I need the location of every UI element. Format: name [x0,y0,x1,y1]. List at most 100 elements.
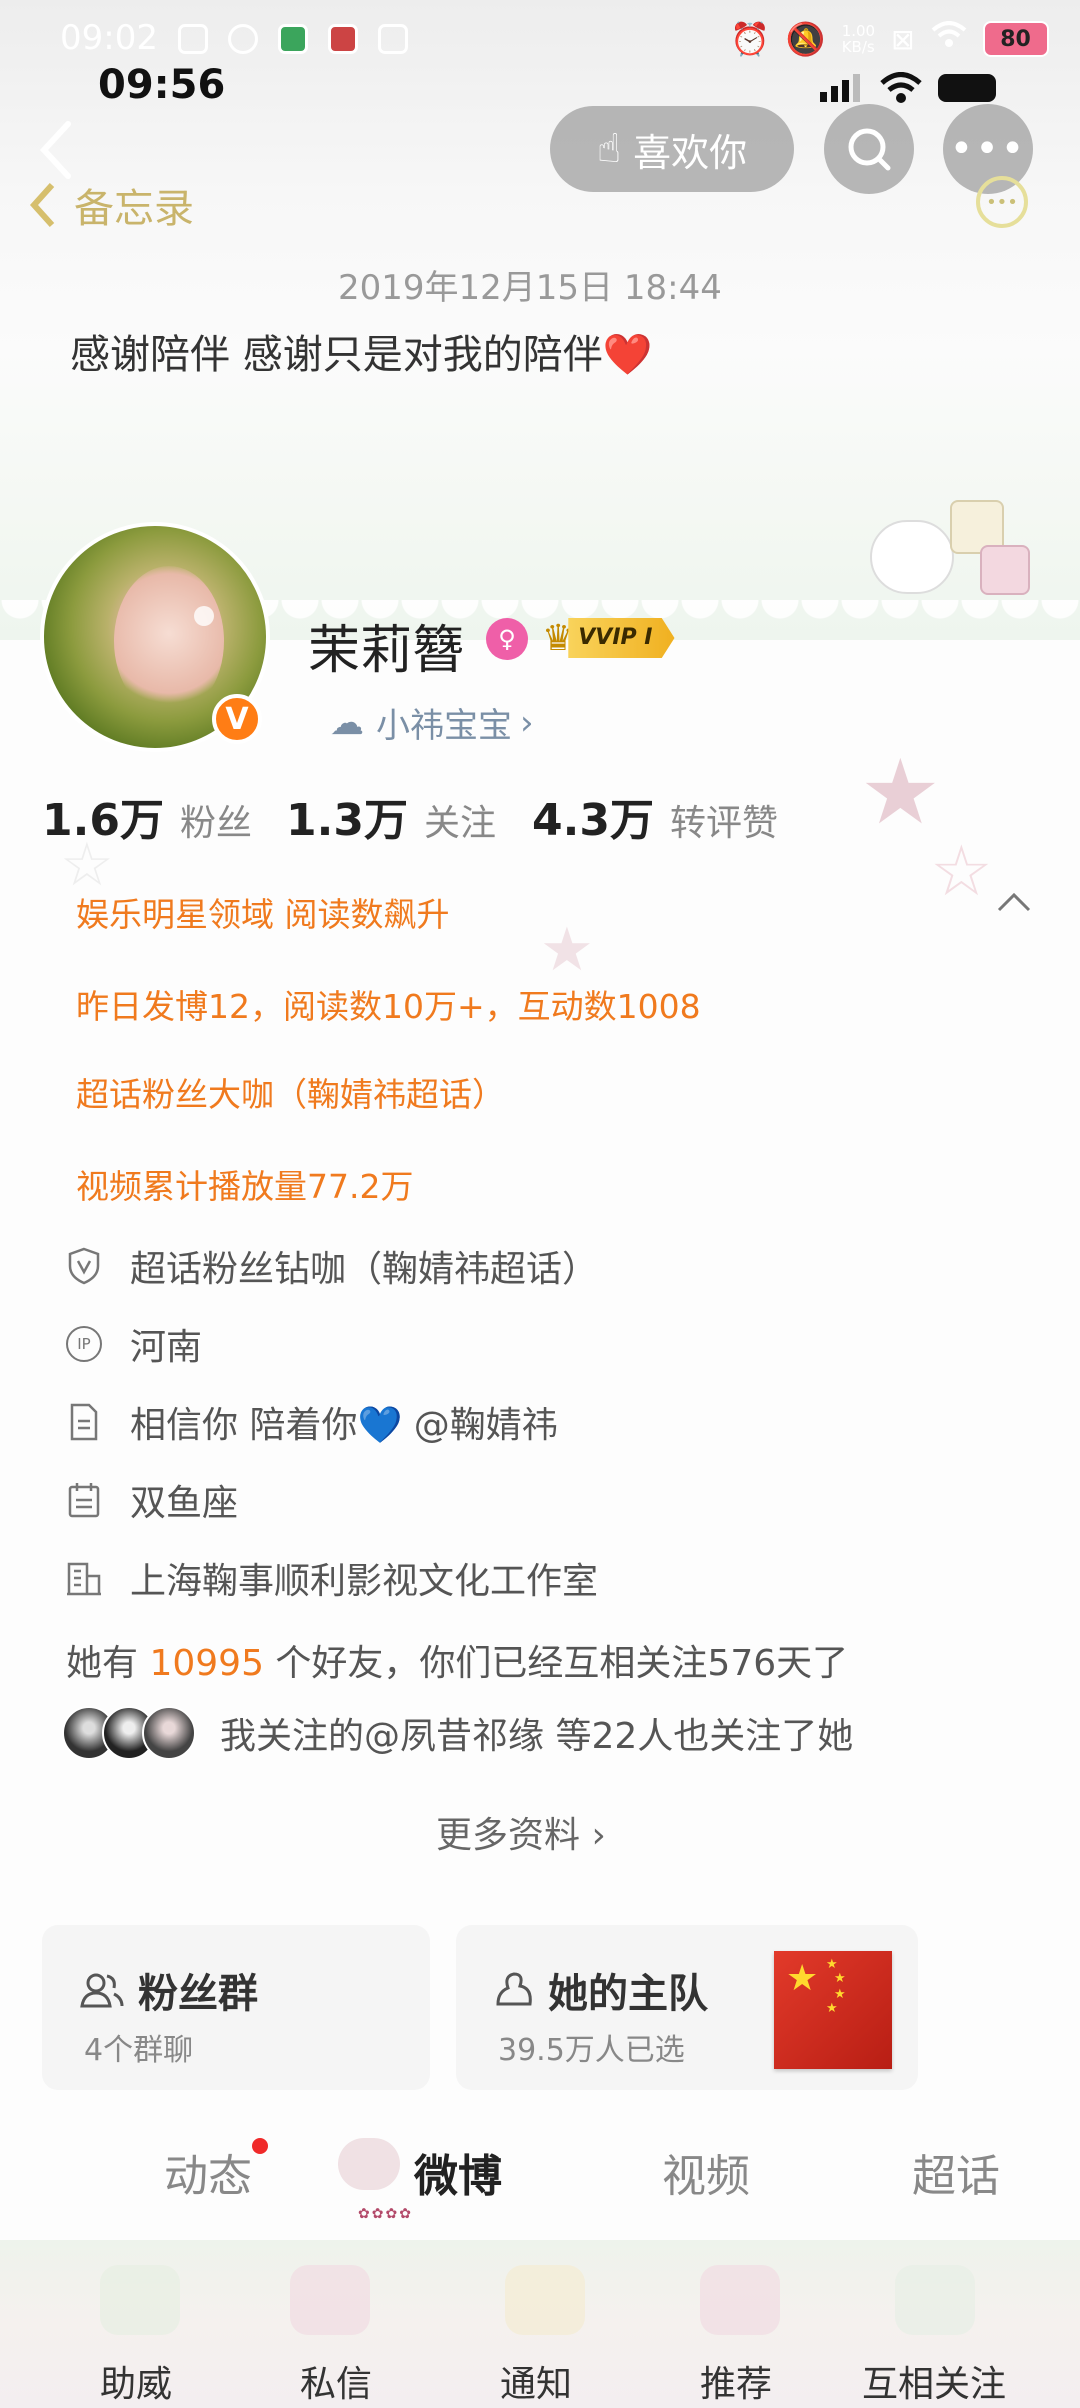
hand-heart-icon: ☝ [596,126,622,172]
building-icon [66,1560,102,1596]
search-icon [848,128,891,171]
verified-badge: V [212,694,262,744]
net-speed-unit: KB/s [841,38,875,56]
flag-star: ★ [826,2001,838,2016]
memo-date: 2019年12月15日 18:44 [338,268,722,308]
document-icon [66,1403,102,1441]
memo-back[interactable]: 备忘录 [30,176,194,234]
collapse-chevron-icon[interactable] [996,890,1032,918]
fans-group-title: 粉丝群 [138,1971,258,2017]
heart-frame-sticker-icon [895,2265,975,2335]
bottom-nav-recommend[interactable]: 推荐 [700,2355,772,2407]
stat-label: 关注 [423,803,496,844]
info-badge-text: 超话粉丝钻咖（鞠婧祎超话） [130,1249,599,1290]
stat-value: 1.6万 [42,795,164,846]
sim-icon: ⊠ [891,22,915,56]
group-icon [80,1973,124,2008]
wifi-icon [931,21,967,57]
team-icon [496,1972,532,2006]
info-ip: IP 河南 [66,1318,202,1370]
friends-count: 10995 [149,1643,264,1684]
flag-star: ★ [786,1958,819,1999]
battery-indicator: 80 [982,21,1049,57]
search-button[interactable] [824,104,914,194]
info-friends[interactable]: 她有 10995 个好友，你们已经互相关注576天了 [66,1634,848,1686]
highlight-item[interactable]: 昨日发博12，阅读数10万+，互动数1008 [76,980,701,1028]
heart-sticker-icon [100,2265,180,2335]
app-notification-icon [278,24,308,54]
like-label: 喜欢你 [633,130,748,175]
profile-name: 茉莉簪 [308,621,465,681]
inner-status-time: 09:56 [98,62,226,108]
vip-badge[interactable]: ♛ VVIP I [542,614,675,662]
memo-back-label: 备忘录 [74,186,194,232]
more-info-link[interactable]: 更多资料 › [436,1806,606,1858]
info-badge[interactable]: 超话粉丝钻咖（鞠婧祎超话） [66,1240,598,1292]
bow-sticker-icon [338,2138,400,2190]
highlight-item[interactable]: 超话粉丝大咖（鞠婧祎超话） [76,1068,505,1116]
outer-status-right: ⏰ 🔕 1.00 KB/s ⊠ 80 [730,20,1049,58]
memo-text: 感谢陪伴 感谢只是对我的陪伴❤️ [70,332,653,378]
team-title: 她的主队 [548,1971,708,2017]
fans-group-title-row: 粉丝群 [80,1961,258,2019]
app-notification-icon [328,24,358,54]
sticker-decoration [860,490,1040,600]
tab-activity[interactable]: 动态 [164,2138,268,2204]
flag-star: ★ [834,1987,846,2002]
shield-icon [66,1247,102,1285]
profile-tag[interactable]: ☁ 小祎宝宝 › [330,698,534,747]
stat-label: 转评赞 [669,803,778,844]
net-speed-value: 1.00 [841,22,876,40]
stat-label: 粉丝 [179,803,252,844]
app-notification-icon [228,24,258,54]
team-title-row: 她的主队 [494,1961,708,2019]
highlight-item[interactable]: 视频累计播放量77.2万 [76,1160,413,1208]
stat-fans[interactable]: 1.6万 粉丝 [42,784,252,848]
profile-tag-label: 小祎宝宝 [376,706,512,746]
bow-sticker-icon [290,2265,370,2335]
team-sub: 39.5万人已选 [498,2033,685,2068]
star-decoration: ☆ [930,830,993,912]
info-zodiac: 双鱼座 [66,1474,238,1526]
bottom-nav-cheer[interactable]: 助威 [100,2355,172,2407]
chevron-right-icon: › [520,702,534,743]
like-button[interactable]: ☝ 喜欢你 [550,106,794,192]
info-company-text: 上海鞠事顺利影视文化工作室 [130,1561,599,1602]
mute-icon: 🔕 [785,20,826,58]
friends-suffix: 个好友，你们已经互相关注576天了 [263,1643,849,1684]
star-decoration: ★ [540,915,594,985]
vip-label: VVIP I [568,618,675,658]
alarm-icon: ⏰ [730,20,770,58]
info-mutual[interactable]: 我关注的@夙昔祁缘 等22人也关注了她 [62,1706,853,1760]
member-icon[interactable]: ♀ [486,618,528,660]
battery-icon [938,74,996,102]
flag-star: ★ [826,1957,838,1972]
outer-status-notification-icons [178,24,408,54]
stat-value: 1.3万 [286,795,408,846]
highlight-item[interactable]: 娱乐明星领域 阅读数飙升 [76,888,450,936]
outer-status-time: 09:02 [60,18,158,58]
ip-icon-text: IP [66,1326,102,1362]
calendar-icon [66,1482,102,1518]
tab-video[interactable]: 视频 [662,2140,750,2204]
inner-status-right [820,72,996,104]
bottom-nav-notifications[interactable]: 通知 [500,2355,572,2407]
flag-star: ★ [834,1971,846,1986]
chevron-left-icon [30,182,55,228]
block-sticker-icon [505,2265,585,2335]
star-decoration: ★ [860,740,941,845]
stat-interactions[interactable]: 4.3万 转评赞 [532,784,778,848]
stat-following[interactable]: 1.3万 关注 [286,784,496,848]
info-zodiac-text: 双鱼座 [130,1483,239,1524]
fans-group-card[interactable]: 粉丝群 4个群聊 [42,1925,430,2090]
tab-weibo[interactable]: 微博 [414,2140,502,2204]
app-notification-icon [178,24,208,54]
tab-underline-decoration: ✿✿✿✿ [358,2206,413,2222]
mutual-text: 我关注的@夙昔祁缘 等22人也关注了她 [220,1716,854,1757]
bottom-nav-mutual-follow[interactable]: 互相关注 [862,2355,1062,2407]
memo-more-icon: ••• [976,176,1028,228]
team-card[interactable]: 她的主队 39.5万人已选 ★ ★ ★ ★ ★ [456,1925,918,2090]
tab-super-topic[interactable]: 超话 [912,2140,1000,2204]
house-sticker-icon [700,2265,780,2335]
bottom-nav-messages[interactable]: 私信 [300,2355,372,2407]
